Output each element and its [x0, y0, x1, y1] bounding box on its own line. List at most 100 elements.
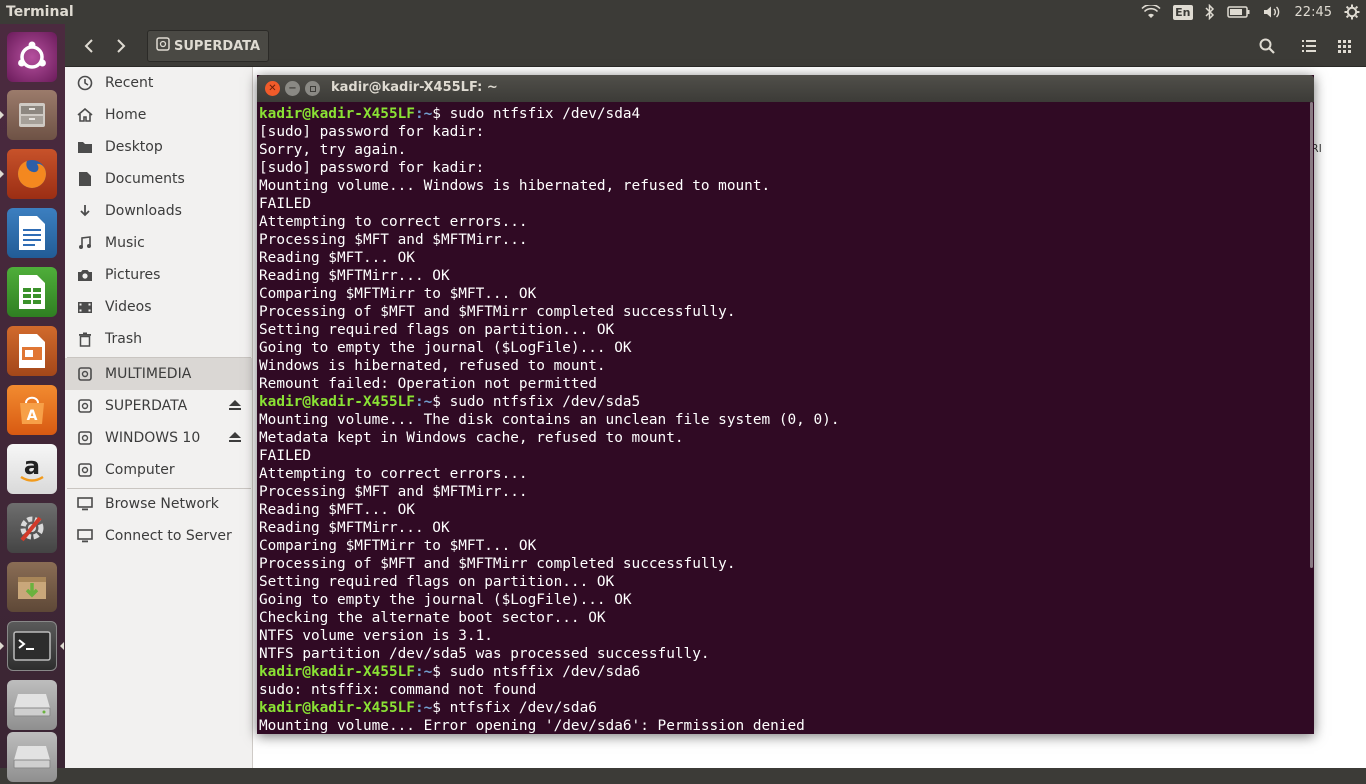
software-center-icon: A [7, 385, 57, 435]
terminal-output-line: NTFS partition /dev/sda5 was processed s… [259, 646, 710, 662]
amazon-icon: a [7, 444, 57, 494]
terminal-output-line: Sorry, try again. [259, 142, 407, 158]
back-button[interactable] [74, 32, 104, 60]
launcher-amazon[interactable]: a [5, 442, 59, 496]
impress-icon [7, 326, 57, 376]
sidebar-item-label: Computer [105, 462, 175, 478]
terminal-output-line: Reading $MFT... OK [259, 502, 415, 518]
music-note-icon [76, 236, 94, 250]
sidebar-item-connect-to-server[interactable]: Connect to Server [65, 520, 252, 552]
gear-icon[interactable] [1344, 0, 1360, 24]
terminal-output-line: Reading $MFT... OK [259, 250, 415, 266]
launcher-archive-manager[interactable] [5, 560, 59, 614]
path-bar-label: SUPERDATA [174, 38, 261, 54]
volume-icon[interactable] [1263, 0, 1283, 24]
prompt-command: $ sudo ntsffix /dev/sda6 [432, 664, 641, 680]
terminal-output-line: Going to empty the journal ($LogFile)...… [259, 592, 632, 608]
drive-icon [76, 367, 94, 381]
sidebar-item-downloads[interactable]: Downloads [65, 195, 252, 227]
sidebar-item-multimedia[interactable]: MULTIMEDIA [65, 358, 252, 390]
terminal-scrollbar[interactable] [1310, 102, 1313, 568]
clock[interactable]: 22:45 [1295, 0, 1332, 24]
terminal-output-line: Mounting volume... Windows is hibernated… [259, 178, 771, 194]
sidebar-item-trash[interactable]: Trash [65, 323, 252, 355]
sidebar-item-label: Browse Network [105, 496, 219, 512]
terminal-output-line: Attempting to correct errors... [259, 466, 528, 482]
sidebar-item-windows-10[interactable]: WINDOWS 10 [65, 422, 252, 454]
terminal-output-line: Comparing $MFTMirr to $MFT... OK [259, 538, 537, 554]
terminal-titlebar[interactable]: ✕ − kadir@kadir-X455LF: ~ [257, 75, 1314, 102]
launcher-ubuntu-dash[interactable] [5, 30, 59, 84]
eject-icon[interactable] [228, 431, 242, 447]
path-bar-button[interactable]: SUPERDATA [147, 30, 270, 62]
sidebar-item-home[interactable]: Home [65, 99, 252, 131]
forward-button[interactable] [106, 32, 136, 60]
terminal-output-line: sudo: ntsffix: command not found [259, 682, 537, 698]
terminal-output-line: Reading $MFTMirr... OK [259, 268, 450, 284]
maximize-icon [309, 85, 316, 92]
launcher-drive-2[interactable] [5, 730, 59, 784]
terminal-output[interactable]: kadir@kadir-X455LF:~$ sudo ntfsfix /dev/… [257, 102, 1312, 734]
sidebar-item-computer[interactable]: Computer [65, 454, 252, 486]
server-icon [76, 529, 94, 543]
grid-view-button[interactable] [1327, 30, 1361, 62]
list-view-button[interactable] [1292, 30, 1326, 62]
chevron-right-icon [117, 39, 126, 53]
maximize-button[interactable] [305, 81, 320, 96]
sidebar-item-documents[interactable]: Documents [65, 163, 252, 195]
sidebar-item-superdata[interactable]: SUPERDATA [65, 390, 252, 422]
file-manager-header: SUPERDATA [65, 24, 1366, 67]
terminal-output-line: Setting required flags on partition... O… [259, 322, 615, 338]
drive-icon [76, 399, 94, 413]
sidebar-item-label: MULTIMEDIA [105, 366, 192, 382]
launcher-drive[interactable] [5, 678, 59, 732]
home-icon [76, 108, 94, 122]
sidebar-item-label: Connect to Server [105, 528, 232, 544]
close-button[interactable]: ✕ [265, 81, 280, 96]
prompt-path: :~ [414, 700, 433, 716]
sidebar-item-label: Home [105, 107, 147, 123]
search-button[interactable] [1250, 30, 1284, 62]
svg-text:A: A [27, 408, 38, 424]
bluetooth-icon[interactable] [1205, 0, 1215, 24]
launcher-software-center[interactable]: A [5, 383, 59, 437]
sidebar-item-music[interactable]: Music [65, 227, 252, 259]
terminal-output-line: Checking the alternate boot sector... OK [259, 610, 606, 626]
wifi-icon[interactable] [1141, 0, 1161, 24]
prompt-command: $ sudo ntfsfix /dev/sda5 [432, 394, 641, 410]
sidebar-item-desktop[interactable]: Desktop [65, 131, 252, 163]
prompt-path: :~ [414, 664, 433, 680]
launcher-calc[interactable] [5, 265, 59, 319]
grid-view-icon [1337, 39, 1351, 53]
terminal-output-line: FAILED [259, 196, 311, 212]
document-icon [76, 171, 94, 187]
terminal-prompt-line: kadir@kadir-X455LF:~$ ntfsfix /dev/sda6 [259, 699, 1312, 717]
sidebar-item-videos[interactable]: Videos [65, 291, 252, 323]
sidebar-item-label: Recent [105, 75, 154, 91]
eject-icon[interactable] [228, 399, 242, 415]
launcher-impress[interactable] [5, 324, 59, 378]
list-view-icon [1302, 40, 1316, 52]
top-panel: Terminal En 22:45 [0, 0, 1366, 24]
sidebar-item-recent[interactable]: Recent [65, 67, 252, 99]
sidebar-item-pictures[interactable]: Pictures [65, 259, 252, 291]
battery-icon[interactable] [1226, 0, 1251, 24]
launcher-writer[interactable] [5, 206, 59, 260]
chevron-left-icon [84, 39, 93, 53]
terminal-window[interactable]: ✕ − kadir@kadir-X455LF: ~ kadir@kadir-X4… [257, 75, 1314, 734]
launcher-system-settings[interactable] [5, 501, 59, 555]
launcher-files[interactable] [0, 88, 59, 142]
minimize-button[interactable]: − [285, 81, 300, 96]
prompt-user: kadir@kadir-X455LF [259, 700, 415, 716]
sidebar-item-label: WINDOWS 10 [105, 430, 201, 446]
prompt-user: kadir@kadir-X455LF [259, 664, 415, 680]
sidebar-item-browse-network[interactable]: Browse Network [65, 488, 252, 520]
terminal-output-line: Metadata kept in Windows cache, refused … [259, 430, 684, 446]
terminal-output-line: Processing of $MFT and $MFTMirr complete… [259, 304, 736, 320]
keyboard-layout-indicator[interactable]: En [1173, 0, 1193, 24]
keyboard-layout-label: En [1173, 4, 1193, 20]
launcher-terminal[interactable] [0, 619, 64, 673]
launcher-firefox[interactable] [0, 147, 59, 201]
terminal-output-line: Processing $MFT and $MFTMirr... [259, 232, 528, 248]
terminal-output-line: Attempting to correct errors... [259, 214, 528, 230]
